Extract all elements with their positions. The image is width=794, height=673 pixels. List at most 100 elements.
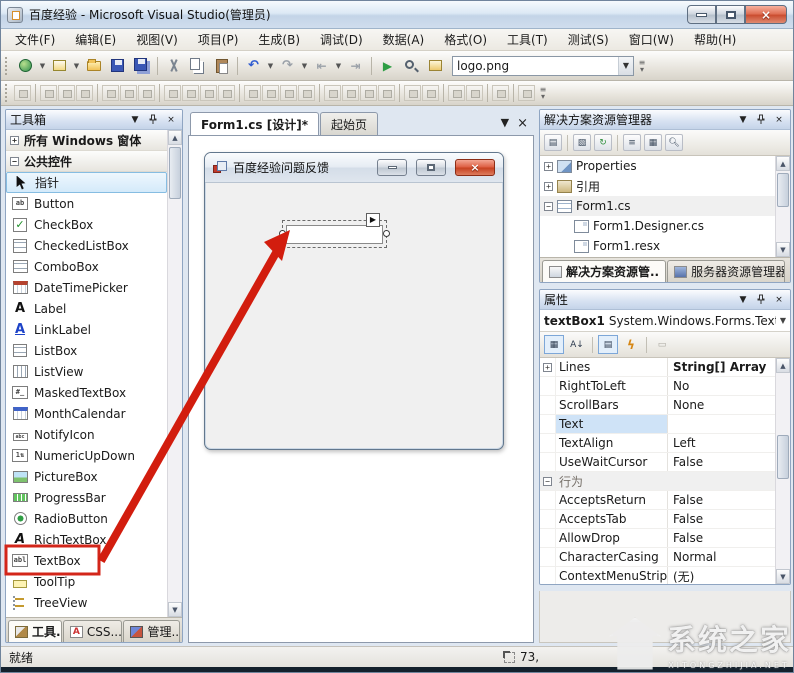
property-row-charactercasing[interactable]: CharacterCasing Normal [540, 548, 775, 567]
toolbox-item-numericupdown[interactable]: 1⇅ NumericUpDown [6, 445, 167, 466]
menu-debug[interactable]: 调试(D) [310, 28, 373, 51]
remove-horizontal-spacing-icon[interactable] [298, 85, 315, 101]
toolbox-item-textbox[interactable]: abl TextBox [6, 550, 167, 571]
add-item-button[interactable] [48, 55, 71, 77]
redo-dropdown-icon[interactable]: ▼ [300, 62, 309, 70]
menu-data[interactable]: 数据(A) [373, 28, 435, 51]
scroll-down-icon[interactable]: ▼ [776, 242, 790, 257]
cut-button[interactable] [162, 55, 185, 77]
property-value[interactable]: None [668, 396, 775, 414]
navigate-back-dropdown-icon[interactable]: ▼ [334, 62, 343, 70]
tree-item-form1cs[interactable]: − Form1.cs [540, 196, 775, 216]
property-value[interactable]: No [668, 377, 775, 395]
combobox-dropdown-icon[interactable]: ▼ [618, 56, 633, 75]
increase-vertical-spacing-icon[interactable] [342, 85, 359, 101]
expand-icon[interactable]: + [10, 135, 19, 145]
property-value[interactable]: Left [668, 434, 775, 452]
make-same-size-icon[interactable] [200, 85, 217, 101]
collapse-icon[interactable]: − [10, 156, 19, 166]
properties-window-icon[interactable]: ▤ [544, 134, 562, 151]
remove-vertical-spacing-icon[interactable] [378, 85, 395, 101]
textbox1-control[interactable] [286, 225, 383, 244]
property-pages-icon[interactable]: ▭ [652, 335, 672, 354]
toolbox-item-label[interactable]: A Label [6, 298, 167, 319]
close-button[interactable]: × [745, 5, 787, 24]
designed-form[interactable]: 百度经验问题反馈 × ▶ [204, 152, 504, 450]
toolbox-item-listbox[interactable]: ListBox [6, 340, 167, 361]
property-value[interactable]: False [668, 491, 775, 509]
property-value[interactable]: String[] Array [668, 358, 775, 376]
toolbox-item-maskedtextbox[interactable]: #_ MaskedTextBox [6, 382, 167, 403]
toolbar-grip[interactable] [5, 84, 10, 102]
property-row-scrollbars[interactable]: ScrollBars None [540, 396, 775, 415]
toolbox-item-picturebox[interactable]: PictureBox [6, 466, 167, 487]
menu-project[interactable]: 项目(P) [188, 28, 249, 51]
expand-icon[interactable]: + [543, 362, 552, 372]
find-in-files-button[interactable] [400, 55, 423, 77]
increase-horizontal-spacing-icon[interactable] [262, 85, 279, 101]
tab-manage[interactable]: 管理.. [123, 620, 180, 642]
object-selector[interactable]: textBox1 System.Windows.Forms.TextBox ▼ [540, 310, 790, 332]
alphabetical-icon[interactable]: A↓ [567, 335, 587, 354]
center-vertically-icon[interactable] [422, 85, 439, 101]
copy-button[interactable] [186, 55, 209, 77]
scrollbar-thumb[interactable] [169, 147, 181, 199]
property-row-textalign[interactable]: TextAlign Left [540, 434, 775, 453]
save-all-button[interactable] [130, 55, 153, 77]
toolbar-overflow-icon[interactable]: ≡ ▾ [538, 86, 548, 101]
scrollbar-thumb[interactable] [777, 173, 789, 207]
smart-tag-icon[interactable]: ▶ [366, 213, 380, 227]
property-grid-scrollbar[interactable]: ▲ ▼ [775, 358, 790, 584]
toolbox-item-checkedlistbox[interactable]: CheckedListBox [6, 235, 167, 256]
properties-view-icon[interactable]: ▤ [598, 335, 618, 354]
toolbox-group-all-windows-forms[interactable]: + 所有 Windows 窗体 [6, 130, 167, 151]
textbox1-selection[interactable]: ▶ [279, 213, 390, 248]
form-minimize-button[interactable] [377, 159, 407, 176]
tab-server-explorer[interactable]: 服务器资源管理器 [667, 260, 786, 282]
menu-format[interactable]: 格式(O) [434, 28, 497, 51]
align-middles-icon[interactable] [120, 85, 137, 101]
tab-order-icon[interactable] [492, 85, 509, 101]
command-window-button[interactable] [424, 55, 447, 77]
resize-handle-right[interactable] [383, 230, 390, 237]
find-combobox[interactable]: logo.png ▼ [452, 55, 634, 76]
tree-item-properties[interactable]: + Properties [540, 156, 775, 176]
toolbox-group-common-controls[interactable]: − 公共控件 [6, 151, 167, 172]
tab-solution-explorer[interactable]: 解决方案资源管.. [542, 260, 667, 282]
solution-scrollbar[interactable]: ▲ ▼ [775, 156, 790, 257]
toolbox-item-linklabel[interactable]: A LinkLabel [6, 319, 167, 340]
toolbox-item-listview[interactable]: ListView [6, 361, 167, 382]
paste-button[interactable] [210, 55, 233, 77]
designed-form-body[interactable]: ▶ [205, 183, 503, 449]
property-row-usewaitcursor[interactable]: UseWaitCursor False [540, 453, 775, 472]
tab-css[interactable]: A CSS... [62, 620, 123, 642]
class-diagram-icon[interactable]: 🔍︎ [665, 134, 683, 151]
menu-test[interactable]: 测试(S) [558, 28, 619, 51]
navigate-back-button[interactable]: ⇤ [310, 55, 333, 77]
events-icon[interactable]: ϟ [621, 335, 641, 354]
make-vertical-spacing-equal-icon[interactable] [324, 85, 341, 101]
property-value[interactable]: False [668, 453, 775, 471]
toolbox-item-tooltip[interactable]: ToolTip [6, 571, 167, 592]
start-debugging-button[interactable]: ▶ [376, 55, 399, 77]
toolbox-item-datetimepicker[interactable]: DateTimePicker [6, 277, 167, 298]
navigate-forward-button[interactable]: ⇥ [344, 55, 367, 77]
menu-help[interactable]: 帮助(H) [684, 28, 746, 51]
scroll-up-icon[interactable]: ▲ [168, 130, 182, 145]
toolbox-item-button[interactable]: ab Button [6, 193, 167, 214]
size-to-grid-icon[interactable] [218, 85, 235, 101]
maximize-button[interactable] [716, 5, 745, 24]
toolbox-item-monthcalendar[interactable]: MonthCalendar [6, 403, 167, 424]
decrease-vertical-spacing-icon[interactable] [360, 85, 377, 101]
view-code-icon[interactable]: ≡ [623, 134, 641, 151]
menu-tools[interactable]: 工具(T) [497, 28, 558, 51]
expand-icon[interactable]: + [544, 161, 553, 171]
new-project-button[interactable] [14, 55, 37, 77]
send-to-back-icon[interactable] [466, 85, 483, 101]
close-icon[interactable]: × [164, 113, 178, 127]
show-all-files-icon[interactable]: ▧ [573, 134, 591, 151]
toolbox-item-richtextbox[interactable]: A RichTextBox [6, 529, 167, 550]
close-icon[interactable]: × [772, 293, 786, 307]
toolbox-item-combobox[interactable]: ComboBox [6, 256, 167, 277]
toolbar-overflow-icon[interactable]: ≡ ▾ [637, 58, 647, 73]
